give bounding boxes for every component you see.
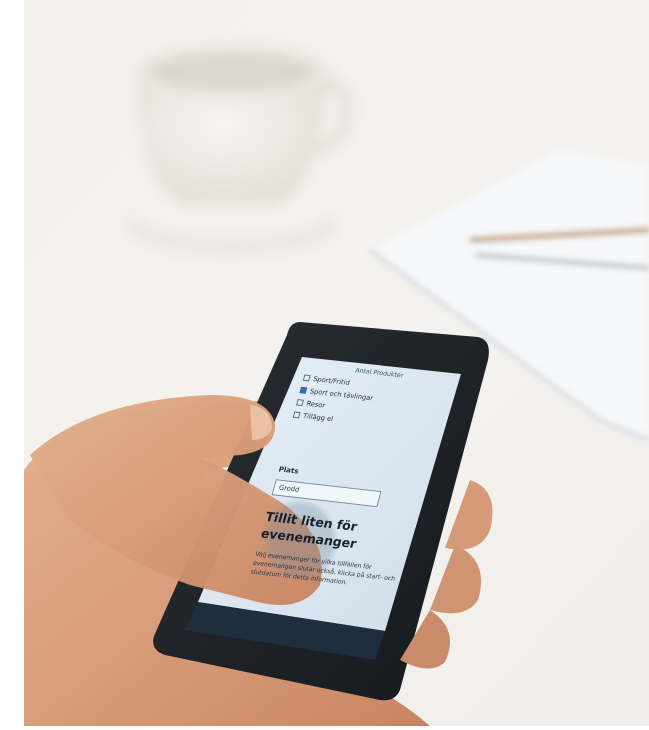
left-margin: [0, 0, 24, 726]
option-checkbox[interactable]: Resor: [296, 398, 326, 409]
option-checkbox[interactable]: Sport/Fritid: [302, 374, 351, 387]
checkbox-checked-icon[interactable]: [299, 386, 308, 394]
option-label: Resor: [305, 399, 327, 410]
option-checkbox[interactable]: Tillägg el: [292, 411, 334, 423]
platform-label: Plats: [277, 465, 300, 476]
option-label: Tillägg el: [302, 411, 335, 424]
photo-scene: Antal Produkter Sport/Fritid Sport och t…: [0, 0, 649, 726]
checkbox-icon[interactable]: [302, 374, 311, 382]
checkbox-icon[interactable]: [292, 411, 301, 419]
option-label: Sport/Fritid: [312, 374, 351, 387]
platform-input[interactable]: Grodd: [271, 479, 382, 508]
checkbox-icon[interactable]: [296, 399, 304, 407]
coffee-cup: [127, 42, 354, 255]
